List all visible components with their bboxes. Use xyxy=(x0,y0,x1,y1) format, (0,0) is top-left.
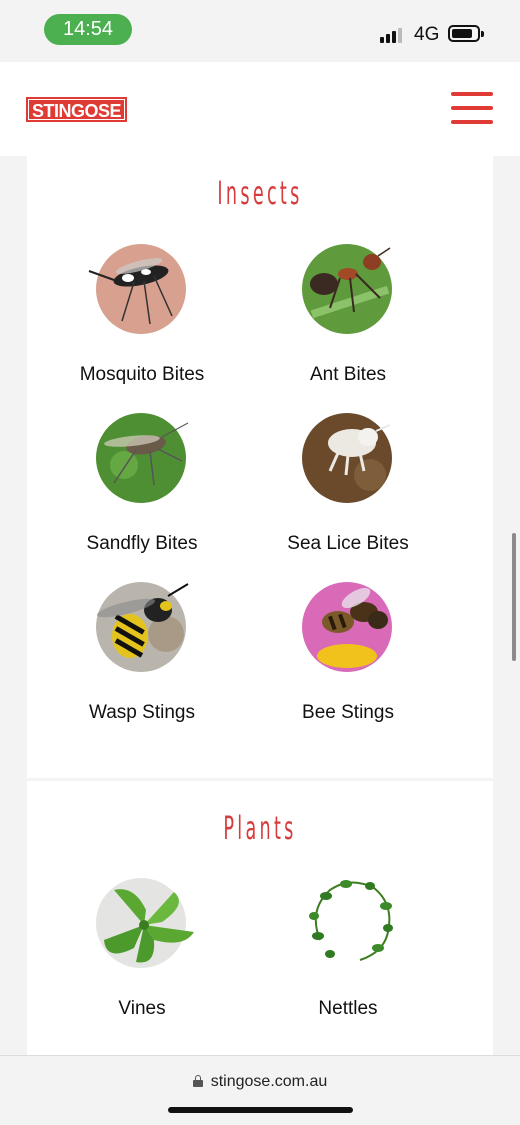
item-label: Sandfly Bites xyxy=(86,533,198,554)
item-label: Wasp Stings xyxy=(89,702,195,723)
ant-image xyxy=(302,244,392,334)
signal-icon xyxy=(380,27,406,43)
mosquito-image xyxy=(88,244,186,334)
nettles-image xyxy=(302,878,393,968)
sea-lice-image xyxy=(302,413,392,503)
wasp-image xyxy=(96,582,189,672)
item-label: Sea Lice Bites xyxy=(287,533,409,554)
item-label: Ant Bites xyxy=(309,364,387,385)
item-label: Mosquito Bites xyxy=(79,364,205,385)
hamburger-icon xyxy=(451,92,493,96)
section-title-plants: Plants xyxy=(223,809,297,847)
browser-url-bar[interactable]: stingose.com.au xyxy=(0,1055,520,1125)
menu-button[interactable] xyxy=(451,92,493,126)
item-label: Bee Stings xyxy=(302,702,394,723)
section-title-insects: Insects xyxy=(217,174,303,212)
vines-image xyxy=(96,878,194,968)
home-indicator[interactable] xyxy=(168,1107,353,1113)
lock-icon xyxy=(192,1075,203,1087)
status-time: 14:54 xyxy=(44,14,132,45)
sandfly-image xyxy=(96,413,189,503)
item-label: Vines xyxy=(118,998,166,1019)
stingose-logo[interactable]: STINGOSE xyxy=(26,97,128,122)
plants-section: Plants Vines Nettles xyxy=(27,781,493,1081)
item-label: Nettles xyxy=(318,998,378,1019)
url-display[interactable]: stingose.com.au xyxy=(0,1073,520,1091)
network-type: 4G xyxy=(414,24,440,45)
status-bar: 14:54 4G xyxy=(0,0,520,62)
bee-image xyxy=(302,582,392,672)
url-text: stingose.com.au xyxy=(210,1073,328,1090)
insects-section: Insects Mosquito Bites Ant Bites Sandfly… xyxy=(27,156,493,778)
page-scrollbar[interactable] xyxy=(512,533,516,661)
battery-icon xyxy=(448,25,484,42)
site-header: STINGOSE xyxy=(0,62,520,156)
